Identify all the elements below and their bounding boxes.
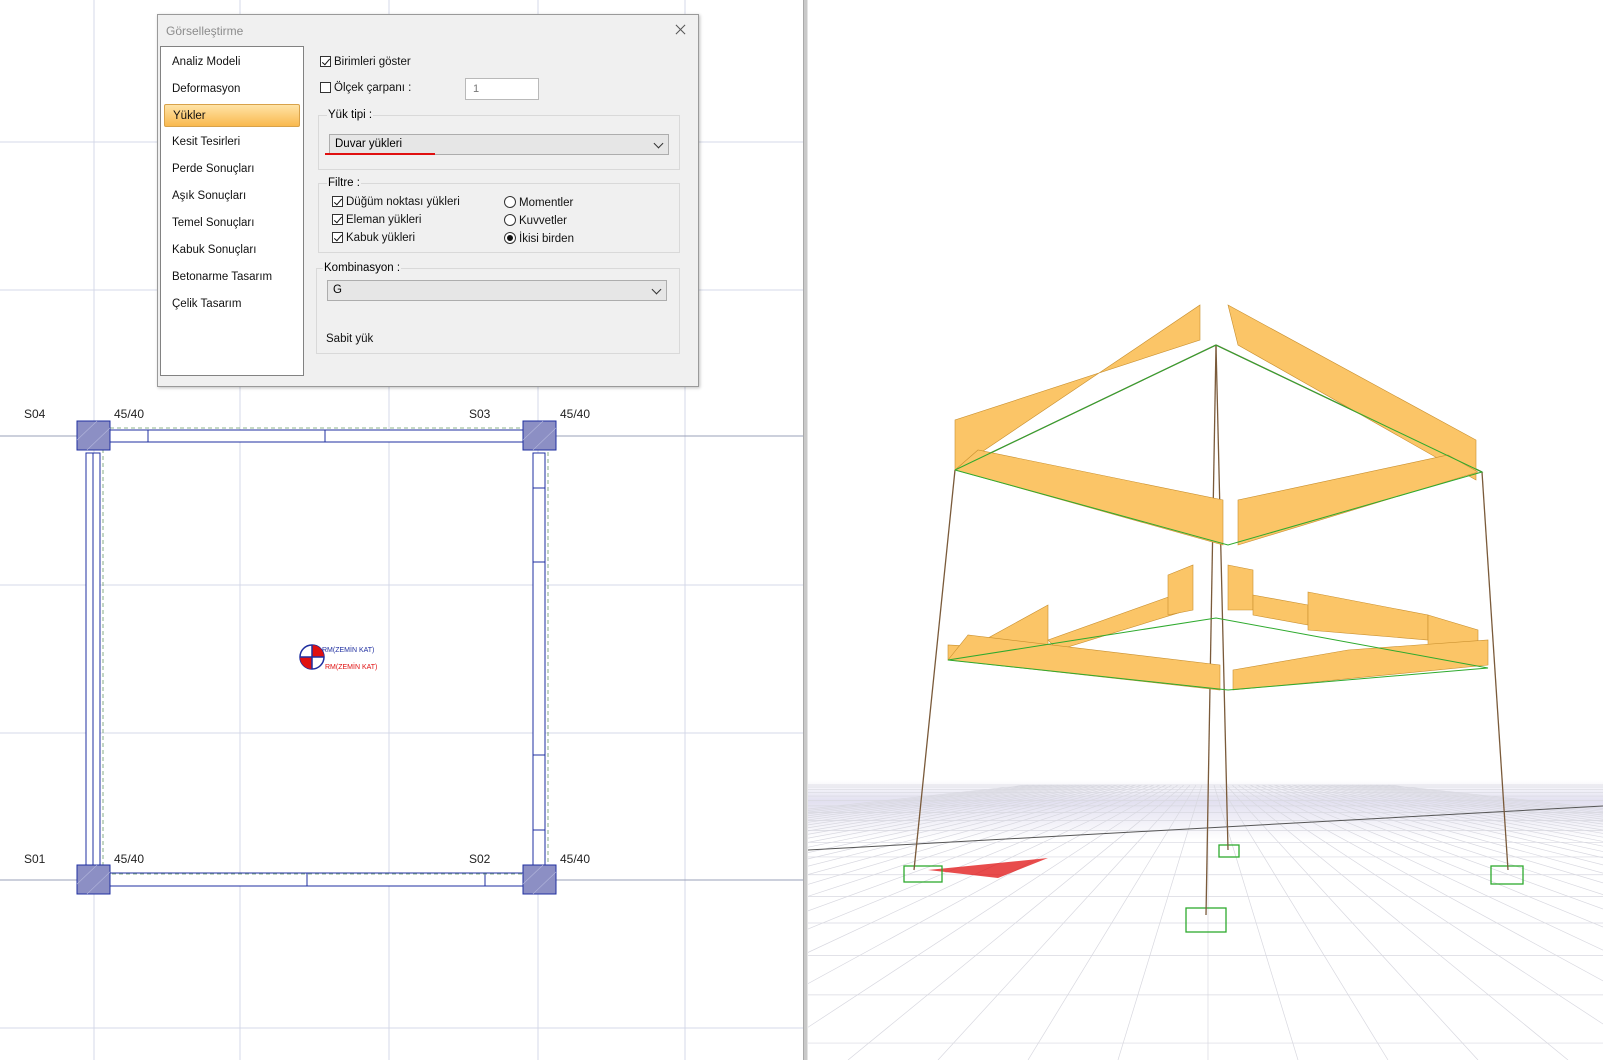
- filter-joint-loads[interactable]: Düğüm noktası yükleri: [332, 196, 460, 208]
- joint-loads-checkbox[interactable]: [332, 196, 343, 207]
- both-label: İkisi birden: [519, 233, 574, 245]
- filter-group: Filtre : Düğüm noktası yükleri Eleman yü…: [318, 177, 680, 253]
- show-units-row[interactable]: Birimleri göster: [320, 56, 411, 68]
- nav-item-celik-tasarim[interactable]: Çelik Tasarım: [164, 293, 300, 316]
- column-size-s04: 45/40: [114, 407, 145, 421]
- beam-bottom: [109, 872, 524, 887]
- column-size-s03: 45/40: [560, 407, 591, 421]
- scale-factor-row[interactable]: Ölçek çarpanı :: [320, 82, 411, 94]
- element-loads-checkbox[interactable]: [332, 214, 343, 225]
- element-loads-label: Eleman yükleri: [346, 214, 422, 226]
- filter-both[interactable]: İkisi birden: [504, 232, 574, 245]
- supports: [903, 844, 1524, 933]
- filter-element-loads[interactable]: Eleman yükleri: [332, 214, 421, 226]
- combination-value: G: [333, 284, 342, 296]
- both-radio[interactable]: [504, 232, 516, 244]
- beam-right: [532, 452, 546, 866]
- filter-forces[interactable]: Kuvvetler: [504, 214, 567, 227]
- filter-moments[interactable]: Momentler: [504, 196, 573, 209]
- dialog-title: Görselleştirme: [166, 24, 244, 38]
- moments-radio[interactable]: [504, 196, 516, 208]
- load-type-title: Yük tipi :: [327, 109, 374, 121]
- combination-group: Kombinasyon : G Sabit yük: [316, 262, 680, 354]
- nav-item-deformasyon[interactable]: Deformasyon: [164, 78, 300, 101]
- settings-panel: Birimleri göster Ölçek çarpanı : 1 Yük t…: [308, 46, 694, 380]
- combination-select[interactable]: G: [327, 280, 667, 301]
- highlight-underline: [325, 153, 435, 155]
- column-label-s03: S03: [469, 407, 491, 421]
- load-type-value: Duvar yükleri: [335, 138, 403, 150]
- forces-radio[interactable]: [504, 214, 516, 226]
- chevron-down-icon: [653, 138, 664, 149]
- load-type-select[interactable]: Duvar yükleri: [329, 134, 669, 155]
- nav-item-yukler[interactable]: Yükler: [164, 104, 300, 127]
- beam-top: [109, 429, 524, 443]
- column-label-s04: S04: [24, 407, 46, 421]
- center-label-blue: RM(ZEMİN KAT): [322, 647, 375, 654]
- 3d-canvas[interactable]: [808, 0, 1603, 1060]
- show-units-checkbox[interactable]: [320, 56, 331, 67]
- combination-title: Kombinasyon :: [323, 262, 402, 274]
- shell-loads-checkbox[interactable]: [332, 232, 343, 243]
- filter-shell-loads[interactable]: Kabuk yükleri: [332, 232, 415, 244]
- forces-label: Kuvvetler: [519, 215, 567, 227]
- close-icon[interactable]: [670, 20, 690, 40]
- scale-factor-input[interactable]: 1: [465, 78, 539, 100]
- show-units-label: Birimleri göster: [334, 56, 411, 68]
- nav-item-kabuk-sonuclari[interactable]: Kabuk Sonuçları: [164, 239, 300, 262]
- column-size-s02: 45/40: [560, 852, 591, 866]
- column-label-s02: S02: [469, 852, 491, 866]
- column-label-s01: S01: [24, 852, 46, 866]
- nav-item-betonarme-tasarim[interactable]: Betonarme Tasarım: [164, 266, 300, 289]
- nav-item-analiz-modeli[interactable]: Analiz Modeli: [164, 51, 300, 74]
- support-2: [1218, 844, 1240, 858]
- scale-factor-label: Ölçek çarpanı :: [334, 82, 412, 94]
- column-size-s01: 45/40: [114, 852, 145, 866]
- nav-item-asik-sonuclari[interactable]: Aşık Sonuçları: [164, 185, 300, 208]
- visualization-dialog: Görselleştirme Analiz Modeli Deformasyon…: [157, 14, 699, 387]
- floor-wall-loads: [947, 564, 1489, 691]
- shell-loads-label: Kabuk yükleri: [346, 232, 416, 244]
- roof-wall-loads: [954, 304, 1479, 546]
- nav-item-temel-sonuclari[interactable]: Temel Sonuçları: [164, 212, 300, 235]
- load-type-group: Yük tipi : Duvar yükleri: [318, 109, 680, 170]
- nav-list: Analiz Modeli Deformasyon Yükler Kesit T…: [160, 46, 304, 376]
- moments-label: Momentler: [519, 197, 574, 209]
- nav-item-kesit-tesirleri[interactable]: Kesit Tesirleri: [164, 131, 300, 154]
- 3d-view[interactable]: [808, 0, 1603, 1060]
- filter-title: Filtre :: [327, 177, 361, 189]
- joint-loads-label: Düğüm noktası yükleri: [346, 196, 460, 208]
- center-label-red: RM(ZEMİN KAT): [325, 664, 378, 671]
- nav-item-perde-sonuclari[interactable]: Perde Sonuçları: [164, 158, 300, 181]
- chevron-down-icon: [651, 284, 662, 295]
- center-of-mass-marker: [299, 644, 325, 670]
- scale-factor-checkbox[interactable]: [320, 82, 331, 93]
- combination-description: Sabit yük: [326, 333, 374, 345]
